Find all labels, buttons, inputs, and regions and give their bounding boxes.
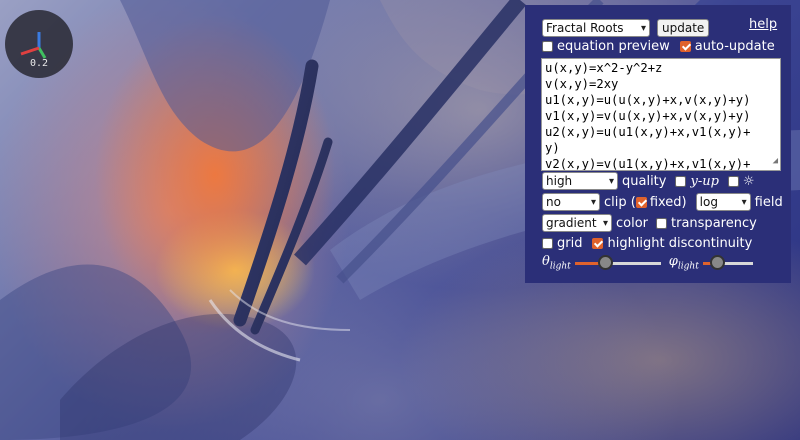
help-link[interactable]: help: [749, 17, 777, 32]
field-select[interactable]: log ▾: [695, 193, 751, 211]
color-select-value: gradient: [546, 216, 597, 230]
clip-select-value: no: [546, 195, 561, 209]
slider-track: [605, 261, 661, 265]
equation-preview-label: equation preview: [557, 39, 670, 54]
field-label: field: [754, 194, 783, 210]
y-up-checkbox[interactable]: [675, 175, 687, 187]
auto-update-checkbox[interactable]: [679, 41, 691, 52]
transparency-label: transparency: [671, 215, 757, 231]
clip-label: clip (: [604, 194, 636, 210]
equation-preview-checkbox[interactable]: [542, 41, 553, 52]
chevron-down-icon: ▾: [602, 217, 608, 229]
theta-light-slider[interactable]: [574, 254, 661, 271]
phi-symbol: φ: [668, 254, 678, 269]
equation-line: v(x,y)=2xy: [545, 77, 619, 91]
highlight-discontinuity-label: highlight discontinuity: [607, 236, 753, 251]
resize-grip-icon[interactable]: ◢: [773, 153, 778, 169]
quality-select-value: high: [546, 174, 573, 188]
sun-icon: ☼: [742, 173, 755, 189]
chevron-down-icon: ▾: [640, 22, 646, 34]
phi-light-label: φlight: [669, 254, 699, 272]
fixed-checkbox[interactable]: [635, 196, 647, 208]
chevron-down-icon: ▾: [608, 175, 614, 187]
color-select[interactable]: gradient ▾: [542, 214, 612, 232]
y-up-label: y-up: [690, 173, 719, 189]
field-select-value: log: [699, 195, 718, 209]
highlight-discontinuity-checkbox[interactable]: [592, 238, 604, 249]
auto-update-label: auto-update: [694, 39, 775, 54]
equation-line: u(x,y)=x^2-y^2+z: [545, 61, 663, 75]
chevron-down-icon: ▾: [590, 196, 596, 208]
control-panel: Fractal Roots ▾ update help equation pre…: [525, 5, 791, 283]
clip-select[interactable]: no ▾: [542, 193, 600, 211]
update-button[interactable]: update: [657, 19, 710, 37]
grid-label: grid: [557, 236, 583, 251]
equation-line: v2(x,y)=v(u1(x,y)+x,v1(x,y)+: [545, 157, 751, 171]
fixed-label: fixed): [649, 194, 687, 210]
phi-light-slider[interactable]: [702, 254, 753, 271]
transparency-checkbox[interactable]: [656, 217, 668, 229]
color-label: color: [616, 215, 649, 231]
equation-editor[interactable]: u(x,y)=x^2-y^2+z v(x,y)=2xy u1(x,y)=u(u(…: [541, 58, 781, 171]
equation-line: u1(x,y)=u(u(x,y)+x,v(x,y)+y): [545, 93, 751, 107]
equation-line: v1(x,y)=v(u(x,y)+x,v(x,y)+y): [545, 109, 751, 123]
grid-checkbox[interactable]: [542, 238, 553, 249]
slider-thumb[interactable]: [709, 254, 725, 270]
quality-label: quality: [622, 173, 667, 189]
phi-subscript: light: [677, 261, 699, 272]
theta-symbol: θ: [542, 254, 550, 269]
quality-select[interactable]: high ▾: [542, 172, 618, 190]
theta-light-label: θlight: [542, 254, 571, 272]
equation-line: u2(x,y)=u(u1(x,y)+x,v1(x,y)+: [545, 125, 751, 139]
axis-gizmo[interactable]: 0.2: [5, 10, 73, 78]
light-toggle-checkbox[interactable]: [727, 175, 739, 187]
gizmo-scale-label: 0.2: [29, 58, 49, 69]
equation-line: y): [545, 141, 560, 155]
slider-thumb[interactable]: [598, 254, 614, 270]
preset-select[interactable]: Fractal Roots ▾: [542, 19, 650, 37]
chevron-down-icon: ▾: [741, 196, 747, 208]
theta-subscript: light: [549, 261, 571, 272]
preset-select-value: Fractal Roots: [546, 21, 624, 35]
